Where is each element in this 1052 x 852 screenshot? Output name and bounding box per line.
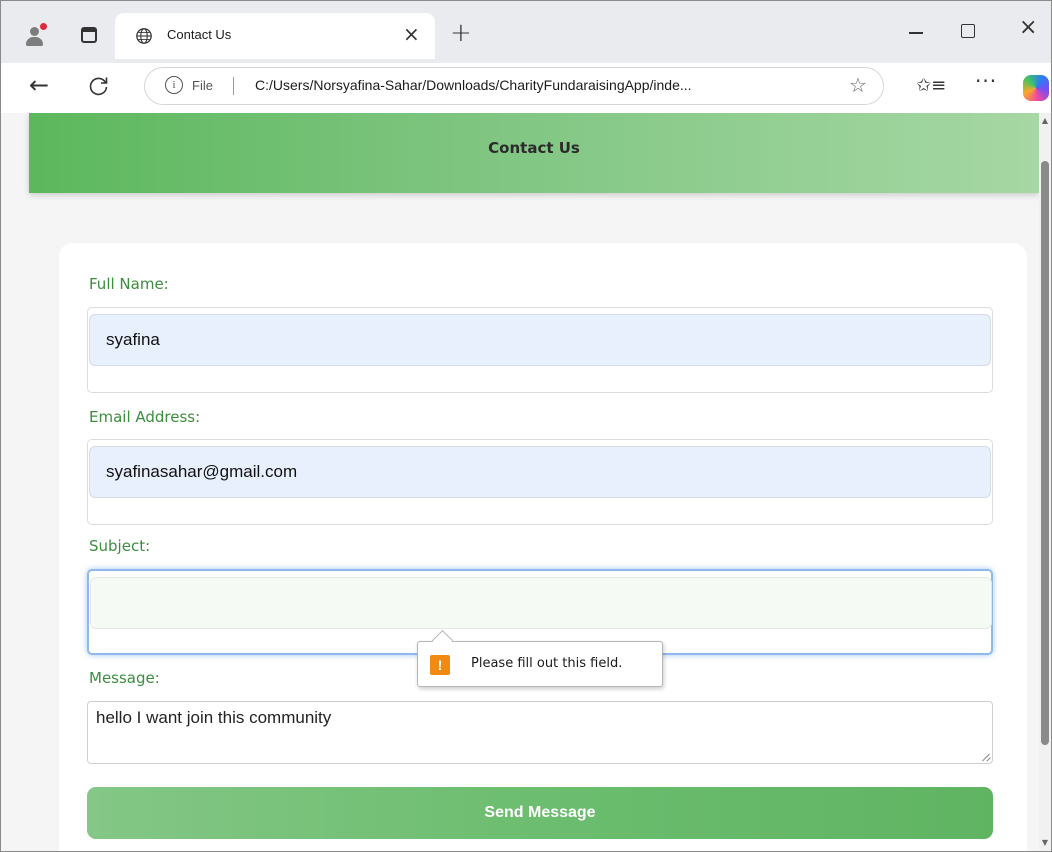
- message-label: Message:: [89, 669, 160, 687]
- scroll-down-icon[interactable]: ▼: [1042, 839, 1048, 847]
- message-text: hello I want join this community: [96, 708, 332, 727]
- validation-tooltip: ! Please fill out this field.: [417, 641, 663, 687]
- full-name-field-wrapper: syafina: [87, 307, 993, 393]
- vertical-scrollbar[interactable]: ▲ ▼: [1039, 113, 1051, 851]
- navigation-bar: ← i File C:/Users/Norsyafina-Sahar/Downl…: [1, 63, 1051, 113]
- resize-grip-icon[interactable]: [982, 753, 990, 761]
- window-close-icon[interactable]: ×: [1019, 17, 1037, 39]
- notification-dot: [40, 23, 47, 30]
- subject-input[interactable]: [90, 577, 992, 629]
- send-message-button[interactable]: Send Message: [87, 787, 993, 839]
- star-icon[interactable]: ☆: [849, 73, 867, 97]
- profile-icon[interactable]: [23, 23, 49, 49]
- browser-window: Contact Us × + × ← i File C:/Users/Norsy…: [0, 0, 1052, 852]
- info-icon[interactable]: i: [165, 76, 183, 94]
- address-url[interactable]: C:/Users/Norsyafina-Sahar/Downloads/Char…: [255, 77, 692, 93]
- email-field-wrapper: syafinasahar@gmail.com: [87, 439, 993, 525]
- email-label: Email Address:: [89, 408, 201, 426]
- message-textarea[interactable]: hello I want join this community: [87, 701, 993, 764]
- tab-contact-us[interactable]: Contact Us ×: [115, 13, 435, 59]
- copilot-icon[interactable]: [1023, 75, 1049, 101]
- full-name-input[interactable]: syafina: [89, 314, 991, 366]
- tab-title: Contact Us: [167, 27, 232, 42]
- refresh-icon[interactable]: [87, 74, 111, 98]
- address-separator: [233, 77, 234, 95]
- scroll-up-icon[interactable]: ▲: [1042, 117, 1048, 125]
- contact-form: Full Name: syafina Email Address: syafin…: [59, 243, 1027, 851]
- warning-icon: !: [430, 655, 450, 675]
- globe-icon: [136, 28, 152, 44]
- profile-shoulders: [26, 37, 43, 46]
- page-title: Contact Us: [488, 139, 580, 157]
- full-name-label: Full Name:: [89, 275, 169, 293]
- page-viewport: Contact Us Full Name: syafina Email Addr…: [1, 113, 1051, 851]
- back-arrow-icon[interactable]: ←: [29, 73, 49, 97]
- more-icon[interactable]: ···: [975, 71, 997, 91]
- maximize-icon[interactable]: [961, 24, 975, 38]
- page-header: Contact Us: [29, 113, 1039, 193]
- profile-head: [30, 27, 39, 36]
- scroll-thumb[interactable]: [1041, 161, 1049, 745]
- title-bar: Contact Us × + ×: [1, 1, 1051, 71]
- validation-message: Please fill out this field.: [471, 656, 623, 671]
- tab-actions-icon[interactable]: [81, 27, 97, 43]
- address-bar[interactable]: i File C:/Users/Norsyafina-Sahar/Downloa…: [144, 67, 884, 105]
- new-tab-button[interactable]: +: [450, 20, 472, 46]
- favorites-icon[interactable]: ✩≡: [916, 76, 946, 96]
- email-input[interactable]: syafinasahar@gmail.com: [89, 446, 991, 498]
- subject-label: Subject:: [89, 537, 151, 555]
- address-scheme-label: File: [192, 78, 213, 93]
- tab-close-icon[interactable]: ×: [403, 24, 420, 44]
- minimize-icon[interactable]: [906, 21, 926, 41]
